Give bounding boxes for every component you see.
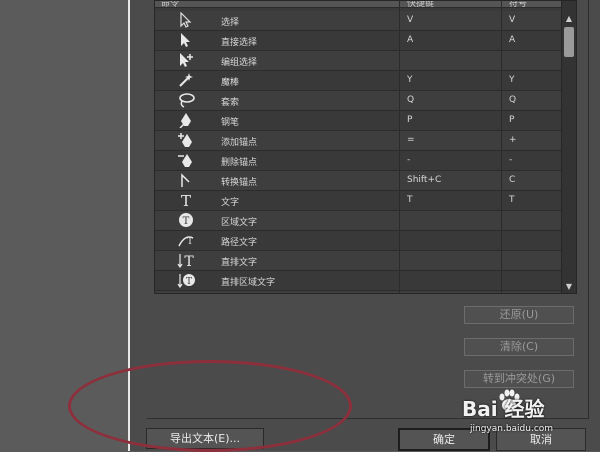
row-command-name: 区域文字 <box>221 218 258 228</box>
row-command-name: 编组选择 <box>221 58 258 68</box>
row-symbol: - <box>509 155 513 165</box>
row-shortcut[interactable]: V <box>407 15 413 25</box>
header-command: 命令 <box>161 0 180 9</box>
table-scrollbar[interactable]: ▲ ▼ <box>561 1 576 293</box>
watermark-url: jingyan.baidu.com <box>470 424 554 434</box>
add-anchor-point-icon <box>178 133 192 147</box>
highlight-annotation-ellipse <box>68 360 352 452</box>
magic-wand-icon <box>179 73 193 87</box>
row-command-name: 路径文字 <box>221 238 258 248</box>
row-command-name: 直排文字 <box>221 258 258 268</box>
baidu-watermark: Bai 经验 <box>462 397 545 421</box>
row-command-name: 选择 <box>221 18 240 28</box>
scroll-up-arrow-icon[interactable]: ▲ <box>562 13 576 25</box>
scroll-thumb[interactable] <box>564 27 574 57</box>
vertical-area-type-icon: T <box>177 274 195 288</box>
row-symbol: Q <box>509 95 517 105</box>
row-command-name: 转换锚点 <box>221 178 258 188</box>
row-command-name: 删除锚点 <box>221 158 258 168</box>
row-command-name: 文字 <box>221 198 240 208</box>
lasso-icon <box>179 93 195 108</box>
column-separator <box>501 1 502 293</box>
header-symbol: 符号 <box>509 0 528 9</box>
column-separator <box>399 1 400 293</box>
row-command-name: 钢笔 <box>221 118 240 128</box>
row-shortcut[interactable]: Shift+C <box>407 175 441 185</box>
delete-anchor-point-icon <box>178 154 192 167</box>
convert-anchor-point-icon <box>181 173 190 187</box>
type-on-path-icon: T <box>178 236 194 247</box>
shortcuts-table: 命令 快捷键 符号 选择 V V 直接选择 A A 编组选择魔棒 Y Y 套索 Q Q 钢笔 P P 添加锚点… <box>154 0 577 294</box>
undo-button[interactable]: 还原(U) <box>464 306 574 324</box>
row-symbol: P <box>509 115 515 125</box>
row-symbol: Y <box>509 75 515 85</box>
group-selection-arrow-icon <box>180 53 193 67</box>
row-shortcut[interactable]: = <box>407 135 415 145</box>
goto-conflict-button[interactable]: 转到冲突处(G) <box>464 370 574 388</box>
row-symbol: C <box>509 175 516 185</box>
direct-selection-arrow-icon <box>181 33 190 47</box>
row-command-name: 魔棒 <box>221 78 240 88</box>
svg-text:T: T <box>181 192 191 208</box>
row-shortcut[interactable]: A <box>407 35 413 45</box>
row-shortcut[interactable]: T <box>407 195 413 205</box>
svg-text:T: T <box>186 277 192 287</box>
row-command-name: 直排区域文字 <box>221 278 276 288</box>
row-shortcut[interactable]: P <box>407 115 412 125</box>
header-shortcut: 快捷键 <box>407 0 435 9</box>
selection-arrow-icon <box>180 12 192 28</box>
svg-text:T: T <box>184 254 194 268</box>
row-command-name: 直接选择 <box>221 38 258 48</box>
row-shortcut[interactable]: Y <box>407 75 413 85</box>
row-symbol: A <box>509 35 516 45</box>
type-icon: T <box>181 192 191 208</box>
row-symbol: + <box>509 135 517 145</box>
row-shortcut[interactable]: - <box>407 155 410 165</box>
pen-icon <box>179 113 191 128</box>
row-command-name: 套索 <box>221 98 240 108</box>
row-shortcut[interactable]: Q <box>407 95 414 105</box>
area-type-icon: T <box>179 213 193 227</box>
vertical-type-icon: T <box>177 254 194 268</box>
vertical-type-on-path-icon <box>177 292 195 294</box>
clear-button[interactable]: 清除(C) <box>464 338 574 356</box>
row-symbol: V <box>509 15 516 25</box>
svg-text:T: T <box>183 216 190 227</box>
svg-text:T: T <box>187 237 193 247</box>
scroll-down-arrow-icon[interactable]: ▼ <box>562 281 576 293</box>
row-symbol: T <box>509 195 515 205</box>
row-command-name: 添加锚点 <box>221 138 258 148</box>
